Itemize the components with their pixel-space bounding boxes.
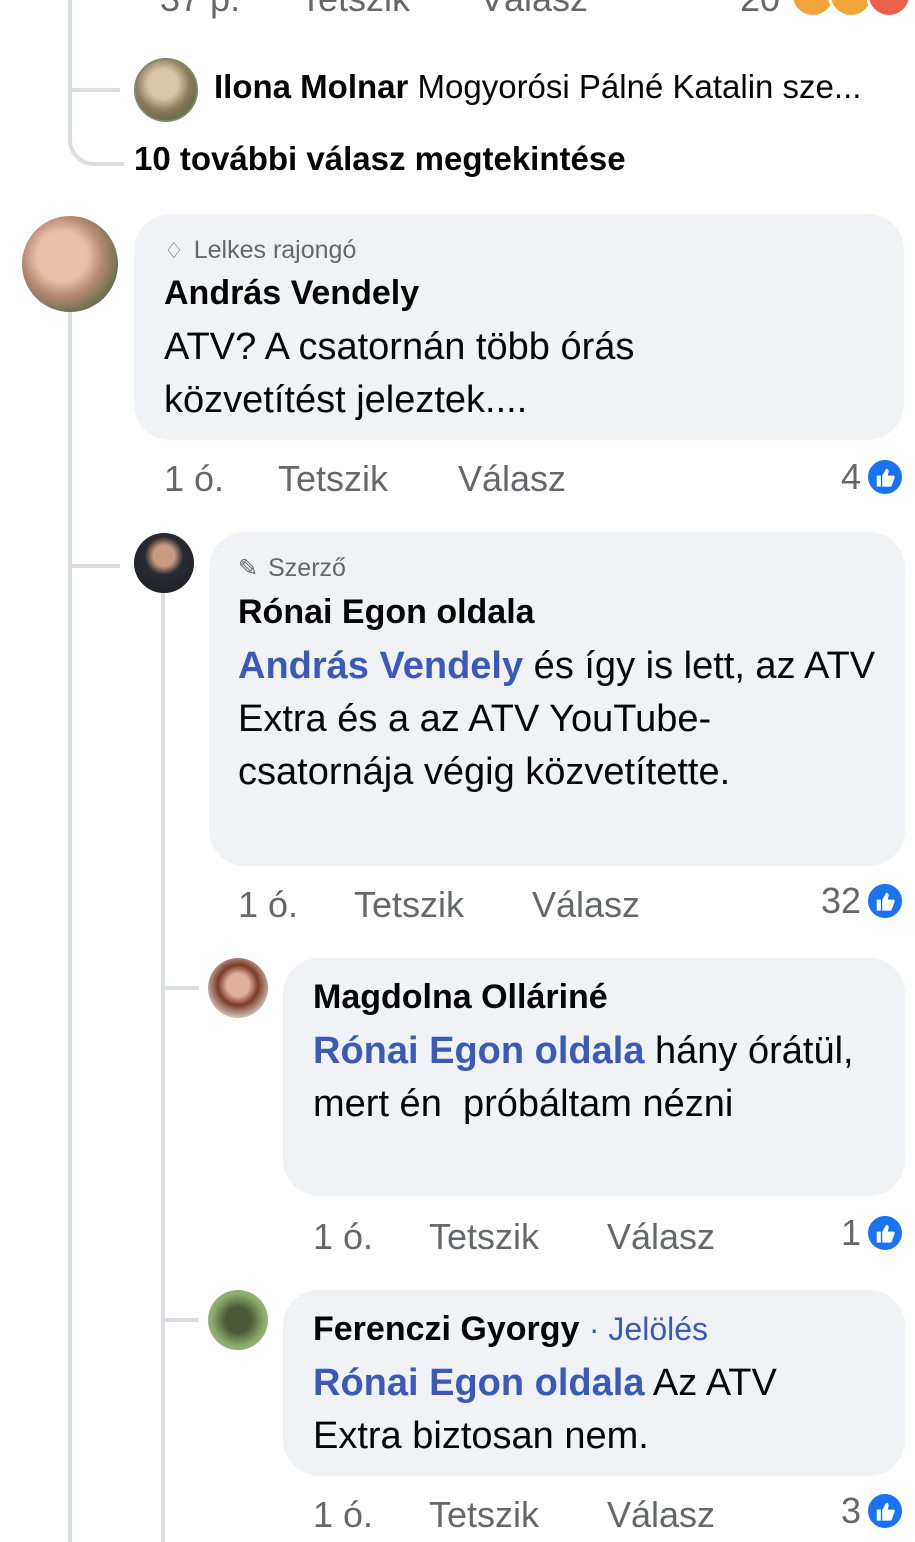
reply-author[interactable]: Ilona Molnar (214, 68, 408, 105)
thumbs-up-icon (865, 1213, 905, 1253)
reply-link[interactable]: Válasz (607, 1494, 715, 1536)
comment-text: Rónai Egon oldala Az ATV Extra biztosan … (313, 1357, 873, 1463)
reply-link[interactable]: Válasz (480, 0, 588, 20)
mention-link[interactable]: Rónai Egon oldala (313, 1030, 644, 1072)
thumbs-up-icon (865, 881, 905, 921)
like-link[interactable]: Tetszik (354, 884, 464, 926)
comment-time[interactable]: 1 ó. (164, 458, 224, 500)
reaction-count: 20 (740, 0, 780, 20)
thumbs-up-icon (865, 1491, 905, 1531)
comment-time[interactable]: 1 ó. (313, 1216, 373, 1258)
badge-label: Szerző (268, 554, 346, 582)
more-replies-link[interactable]: 10 további válasz megtekintése (134, 140, 626, 178)
comment-author[interactable]: Rónai Egon oldala (238, 593, 535, 632)
reaction-summary[interactable]: 3 (841, 1490, 905, 1532)
reply-text: Mogyorósi Pálné Katalin sze... (417, 68, 862, 105)
comment-author-row: Ferenczi Gyorgy · Jelölés (313, 1310, 708, 1349)
comment-author[interactable]: András Vendely (164, 274, 419, 313)
angry-icon (866, 0, 912, 18)
thread-line-reply (161, 592, 165, 1542)
mention-link[interactable]: András Vendely (238, 645, 523, 687)
comment-actions: 1 ó. Tetszik Válasz (164, 458, 904, 502)
comment-actions: 1 ó. Tetszik Válasz (313, 1216, 903, 1260)
comment-text: András Vendely és így is lett, az ATV Ex… (238, 640, 878, 799)
reaction-summary[interactable]: 4 (841, 456, 905, 498)
cutoff-action-row: 37 p. Tetszik Válasz 20 (160, 0, 912, 20)
like-link[interactable]: Tetszik (278, 458, 388, 500)
comment-author[interactable]: Ferenczi Gyorgy (313, 1310, 579, 1348)
thread-connector (68, 110, 124, 166)
like-link[interactable]: Tetszik (300, 0, 410, 20)
pencil-icon: ✎ (238, 555, 259, 582)
thread-connector (161, 986, 199, 990)
badge-label: Lelkes rajongó (193, 236, 357, 264)
avatar[interactable] (22, 216, 118, 312)
comment-author[interactable]: Magdolna Olláriné (313, 978, 608, 1017)
thumbs-up-icon (865, 457, 905, 497)
diamond-icon: ♢ (164, 237, 184, 263)
avatar[interactable] (134, 58, 198, 122)
thread-line-comment (68, 312, 72, 1542)
preview-reply[interactable]: Ilona Molnar Mogyorósi Pálné Katalin sze… (214, 68, 861, 106)
comment-time: 37 p. (160, 0, 240, 20)
reaction-summary[interactable]: 1 (841, 1212, 905, 1254)
avatar[interactable] (134, 533, 194, 593)
comment-time[interactable]: 1 ó. (313, 1494, 373, 1536)
comment-time[interactable]: 1 ó. (238, 884, 298, 926)
reply-link[interactable]: Válasz (532, 884, 640, 926)
fan-badge: ♢ Lelkes rajongó (164, 236, 356, 265)
like-link[interactable]: Tetszik (429, 1494, 539, 1536)
reaction-count: 4 (840, 456, 861, 497)
tag-link[interactable]: · Jelölés (589, 1311, 708, 1347)
reaction-summary[interactable]: 32 (821, 880, 905, 922)
avatar[interactable] (208, 958, 268, 1018)
reply-link[interactable]: Válasz (607, 1216, 715, 1258)
reaction-count: 3 (840, 1490, 861, 1531)
reaction-icons (790, 0, 912, 18)
author-badge: ✎ Szerző (238, 554, 346, 583)
thread-connector (68, 520, 120, 568)
comment-actions: 1 ó. Tetszik Válasz (313, 1494, 903, 1538)
reaction-count: 1 (840, 1212, 861, 1253)
comment-actions: 1 ó. Tetszik Válasz (238, 884, 898, 928)
thread-connector (161, 1318, 199, 1322)
comment-text: ATV? A csatornán több órás közvetítést j… (164, 326, 635, 421)
comment-text: Rónai Egon oldala hány órátül, mert én p… (313, 1025, 873, 1131)
reply-link[interactable]: Válasz (458, 458, 566, 500)
avatar[interactable] (208, 1290, 268, 1350)
mention-link[interactable]: Rónai Egon oldala (313, 1362, 644, 1404)
reaction-count: 32 (820, 880, 861, 921)
thread-connector (68, 40, 120, 92)
like-link[interactable]: Tetszik (429, 1216, 539, 1258)
